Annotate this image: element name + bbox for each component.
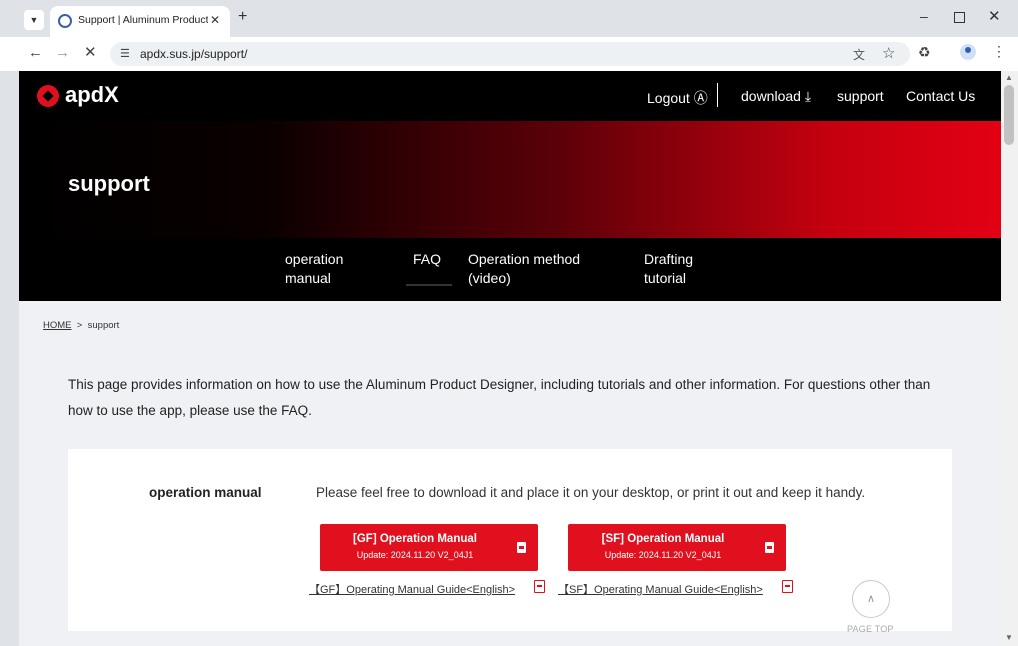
site-header: apdX Logout Ⓐ download ⤓ support Contact… <box>19 71 1001 121</box>
gf-button-update: Update: 2024.11.20 V2_04J1 <box>356 550 474 560</box>
logo-text[interactable]: apdX <box>65 82 119 108</box>
breadcrumb-separator: > <box>76 320 83 331</box>
pdf-icon[interactable] <box>534 580 545 593</box>
gf-manual-download-button[interactable]: [GF] Operation Manual Update: 2024.11.20… <box>320 524 538 571</box>
sf-button-update: Update: 2024.11.20 V2_04J1 <box>604 550 722 560</box>
browser-tab[interactable]: Support | Aluminum Product Dé ✕ <box>50 6 230 37</box>
page-title: support <box>68 171 150 196</box>
page-scrollbar[interactable]: ▲ ▼ <box>1001 71 1018 646</box>
breadcrumb: HOME > support <box>43 320 119 331</box>
page-viewport: apdX Logout Ⓐ download ⤓ support Contact… <box>19 71 1001 646</box>
subnav-faq[interactable]: FAQ <box>413 250 441 269</box>
panel-description: Please feel free to download it and plac… <box>316 485 866 500</box>
site-info-icon[interactable]: ☰ <box>120 47 130 60</box>
breadcrumb-current: support <box>87 320 120 331</box>
sf-button-title: [SF] Operation Manual <box>601 533 725 545</box>
page-top-label[interactable]: PAGE TOP <box>847 624 894 634</box>
favicon <box>58 14 72 28</box>
chevron-up-icon: ∧ <box>866 593 876 605</box>
scroll-up-icon[interactable]: ▲ <box>1005 73 1013 82</box>
translate-icon[interactable]: 文 <box>853 46 865 63</box>
url-text[interactable]: apdx.sus.jp/support/ <box>140 47 247 61</box>
address-bar[interactable]: ☰ apdx.sus.jp/support/ 文 ☆ <box>110 42 910 66</box>
contact-link[interactable]: Contact Us <box>906 88 975 104</box>
breadcrumb-home[interactable]: HOME <box>43 320 72 331</box>
window-close-icon[interactable]: ✕ <box>988 7 1001 25</box>
gf-english-guide-link[interactable]: 【GF】Operating Manual Guide<English> <box>309 581 515 597</box>
subnav-active-indicator <box>406 284 452 286</box>
maximize-icon[interactable] <box>954 12 965 23</box>
panel-label: operation manual <box>149 485 262 500</box>
logout-link[interactable]: Logout Ⓐ <box>647 88 708 108</box>
header-divider <box>717 83 718 107</box>
intro-text: This page provides information on how to… <box>68 377 931 418</box>
sf-english-guide-link[interactable]: 【SF】Operating Manual Guide<English> <box>558 581 763 597</box>
close-icon[interactable]: ✕ <box>210 13 220 27</box>
subnav-operation-manual[interactable]: operation manual <box>285 250 343 288</box>
support-subnav: operation manual FAQ Operation method (v… <box>19 238 1001 301</box>
pdf-icon[interactable] <box>782 580 793 593</box>
browser-tab-bar: ▼ Support | Aluminum Product Dé ✕ + – ✕ <box>0 0 1018 37</box>
pdf-icon <box>765 542 774 553</box>
scroll-down-icon[interactable]: ▼ <box>1005 633 1013 642</box>
stop-icon[interactable]: ✕ <box>84 43 97 61</box>
new-tab-icon[interactable]: + <box>238 8 247 26</box>
browser-toolbar: ← → ✕ ☰ apdx.sus.jp/support/ 文 ☆ <box>0 37 1018 71</box>
back-icon[interactable]: ← <box>28 44 43 61</box>
profile-icon[interactable] <box>960 44 976 60</box>
download-link[interactable]: download ⤓ <box>741 88 811 105</box>
tab-list-icon[interactable]: ▼ <box>24 10 44 30</box>
support-link[interactable]: support <box>837 88 884 104</box>
pdf-icon <box>517 542 526 553</box>
logo-icon[interactable] <box>37 85 59 107</box>
forward-icon[interactable]: → <box>55 44 70 61</box>
extensions-icon[interactable]: ♻ <box>918 44 931 61</box>
operation-manual-panel: operation manual Please feel free to dow… <box>68 449 952 631</box>
sf-manual-download-button[interactable]: [SF] Operation Manual Update: 2024.11.20… <box>568 524 786 571</box>
menu-icon[interactable]: ⋮ <box>992 43 1006 60</box>
star-icon[interactable]: ☆ <box>882 44 895 62</box>
page-top-button[interactable]: ∧ <box>852 580 890 618</box>
hero-banner: support <box>19 121 1001 238</box>
minimize-icon[interactable]: – <box>920 8 928 24</box>
tab-title: Support | Aluminum Product Dé <box>78 14 208 26</box>
gf-button-title: [GF] Operation Manual <box>353 533 477 545</box>
scroll-thumb[interactable] <box>1004 85 1014 145</box>
subnav-operation-video[interactable]: Operation method (video) <box>468 250 580 288</box>
subnav-drafting-tutorial[interactable]: Drafting tutorial <box>644 250 693 288</box>
